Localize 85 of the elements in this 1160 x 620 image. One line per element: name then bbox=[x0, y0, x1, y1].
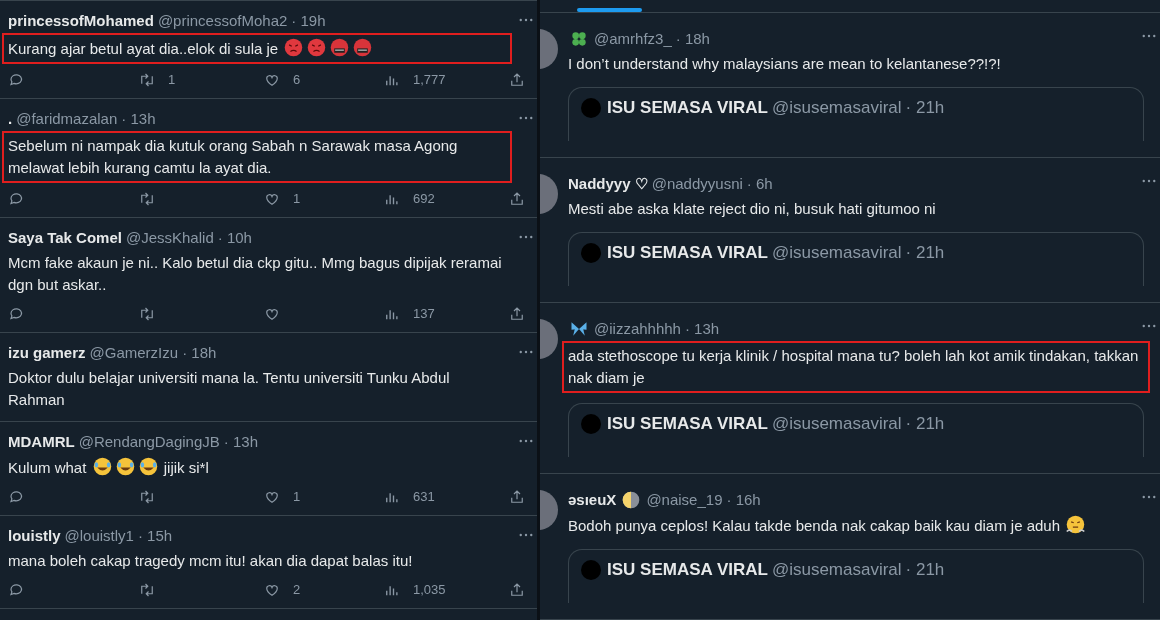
user-handle: @isusemasaviral bbox=[771, 98, 902, 118]
cursing-face-icon bbox=[352, 37, 374, 58]
angry-face-icon bbox=[306, 37, 328, 58]
post-text: Doktor dulu belajar universiti mana la. Tentu universiti Tunku Abdul Rahman bbox=[7, 368, 451, 410]
share-icon[interactable] bbox=[508, 71, 526, 89]
user-name: Naddyyy ♡ bbox=[568, 174, 648, 194]
post-time: · 21h bbox=[905, 243, 945, 263]
quoted-avatar bbox=[581, 414, 601, 434]
active-tab-indicator bbox=[577, 8, 642, 12]
share-icon[interactable] bbox=[508, 488, 526, 506]
user-name: əsıeuX bbox=[568, 490, 617, 510]
user-name: . bbox=[8, 109, 13, 129]
post-time: · 21h bbox=[905, 414, 945, 434]
view-count: 1,777 bbox=[413, 71, 446, 90]
clover-icon bbox=[569, 29, 589, 49]
laughing-face-icon bbox=[91, 456, 113, 477]
quoted-avatar bbox=[581, 560, 601, 580]
user-handle: @naise_19 bbox=[646, 490, 723, 510]
post-text: Kurang ajar betul ayat dia..elok di sula je bbox=[2, 33, 512, 64]
user-name: ISU SEMASA VIRAL bbox=[607, 98, 768, 118]
user-handle: @JessKhalid bbox=[125, 228, 214, 248]
steaming-face-icon bbox=[1065, 514, 1087, 535]
post-time: · 13h bbox=[121, 109, 156, 129]
share-icon[interactable] bbox=[508, 581, 526, 599]
post-time: · 18h bbox=[182, 343, 217, 363]
view-count: 137 bbox=[413, 305, 435, 324]
user-name: princessofMohamed bbox=[8, 11, 154, 31]
post-text: I don’t understand why malaysians are mean to kelantanese??!?! bbox=[567, 54, 1002, 74]
post-time: · 13h bbox=[684, 319, 720, 339]
post-time: · 18h bbox=[675, 29, 710, 49]
post-time: · 13h bbox=[223, 432, 258, 452]
retweet-icon[interactable] bbox=[138, 305, 156, 323]
retweet-icon[interactable] bbox=[138, 488, 156, 506]
post-text: Kulum what jijik si*l bbox=[6, 454, 506, 481]
user-name: izu gamerz bbox=[8, 343, 86, 363]
laughing-face-icon bbox=[114, 456, 136, 477]
retweet-icon[interactable] bbox=[138, 190, 156, 208]
user-name: ISU SEMASA VIRAL bbox=[607, 243, 768, 263]
user-handle: @princessofMoha2 bbox=[157, 11, 288, 31]
user-handle: @naddyyusni bbox=[651, 174, 743, 194]
retweet-icon[interactable] bbox=[138, 581, 156, 599]
post-time: · 10h bbox=[217, 228, 252, 248]
user-name: ISU SEMASA VIRAL bbox=[607, 560, 768, 580]
post-text: Mesti abe aska klate reject dio ni, busuk hati gitumoo ni bbox=[567, 199, 937, 219]
quoted-avatar bbox=[581, 98, 601, 118]
user-handle: @isusemasaviral bbox=[771, 243, 902, 263]
post-time: · 21h bbox=[905, 560, 945, 580]
view-count: 1,035 bbox=[413, 581, 446, 600]
half-moon-icon bbox=[621, 490, 642, 510]
share-icon[interactable] bbox=[508, 305, 526, 323]
user-name: ISU SEMASA VIRAL bbox=[607, 414, 768, 434]
retweet-icon[interactable] bbox=[138, 71, 156, 89]
view-count: 692 bbox=[413, 190, 435, 209]
post-text: Bodoh punya ceplos! Kalau takde benda nak cakap baik kau diam je aduh bbox=[566, 512, 1146, 539]
like-count: 2 bbox=[293, 581, 301, 600]
post-time: · 19h bbox=[291, 11, 326, 31]
user-name: Saya Tak Comel bbox=[8, 228, 122, 248]
post-text: ada stethoscope tu kerja klinik / hospital mana tu? boleh lah kot amik tindakan, takkan nak diam je bbox=[562, 341, 1150, 393]
retweet-count: 1 bbox=[168, 71, 176, 90]
post-time: · 6h bbox=[746, 174, 773, 194]
view-count: 631 bbox=[413, 488, 435, 507]
user-handle: @RendangDagingJB bbox=[78, 432, 220, 452]
user-handle: @amrhfz3_ bbox=[594, 29, 672, 49]
user-name: louistly bbox=[8, 526, 61, 546]
cursing-face-icon bbox=[329, 37, 351, 58]
user-handle: @louistly1 bbox=[64, 526, 134, 546]
post-text: mana boleh cakap tragedy mcm itu! akan dia dapat balas itu! bbox=[7, 551, 414, 571]
quoted-avatar bbox=[581, 243, 601, 263]
post-time: · 21h bbox=[905, 98, 945, 118]
like-count: 1 bbox=[293, 488, 301, 507]
angry-face-icon bbox=[283, 37, 305, 58]
post-text: Sebelum ni nampak dia kutuk orang Sabah n Sarawak masa Agong melawat lebih kurang camtu la ayat dia. bbox=[2, 131, 512, 183]
like-count: 1 bbox=[293, 190, 301, 209]
like-count: 6 bbox=[293, 71, 301, 90]
post-time: · 15h bbox=[137, 526, 173, 546]
user-name: MDAMRL bbox=[8, 432, 75, 452]
user-handle: @iizzahhhhh bbox=[594, 319, 681, 339]
post-time: · 16h bbox=[726, 490, 761, 510]
user-handle: @faridmazalan bbox=[16, 109, 118, 129]
share-icon[interactable] bbox=[508, 190, 526, 208]
post-text: Mcm fake akaun je ni.. Kalo betul dia ckp gitu.. Mmg bagus dipijak reramai dgn but askar.. bbox=[7, 253, 503, 295]
user-handle: @isusemasaviral bbox=[771, 560, 902, 580]
user-handle: @GamerzIzu bbox=[89, 343, 179, 363]
user-handle: @isusemasaviral bbox=[771, 414, 902, 434]
laughing-face-icon bbox=[137, 456, 159, 477]
